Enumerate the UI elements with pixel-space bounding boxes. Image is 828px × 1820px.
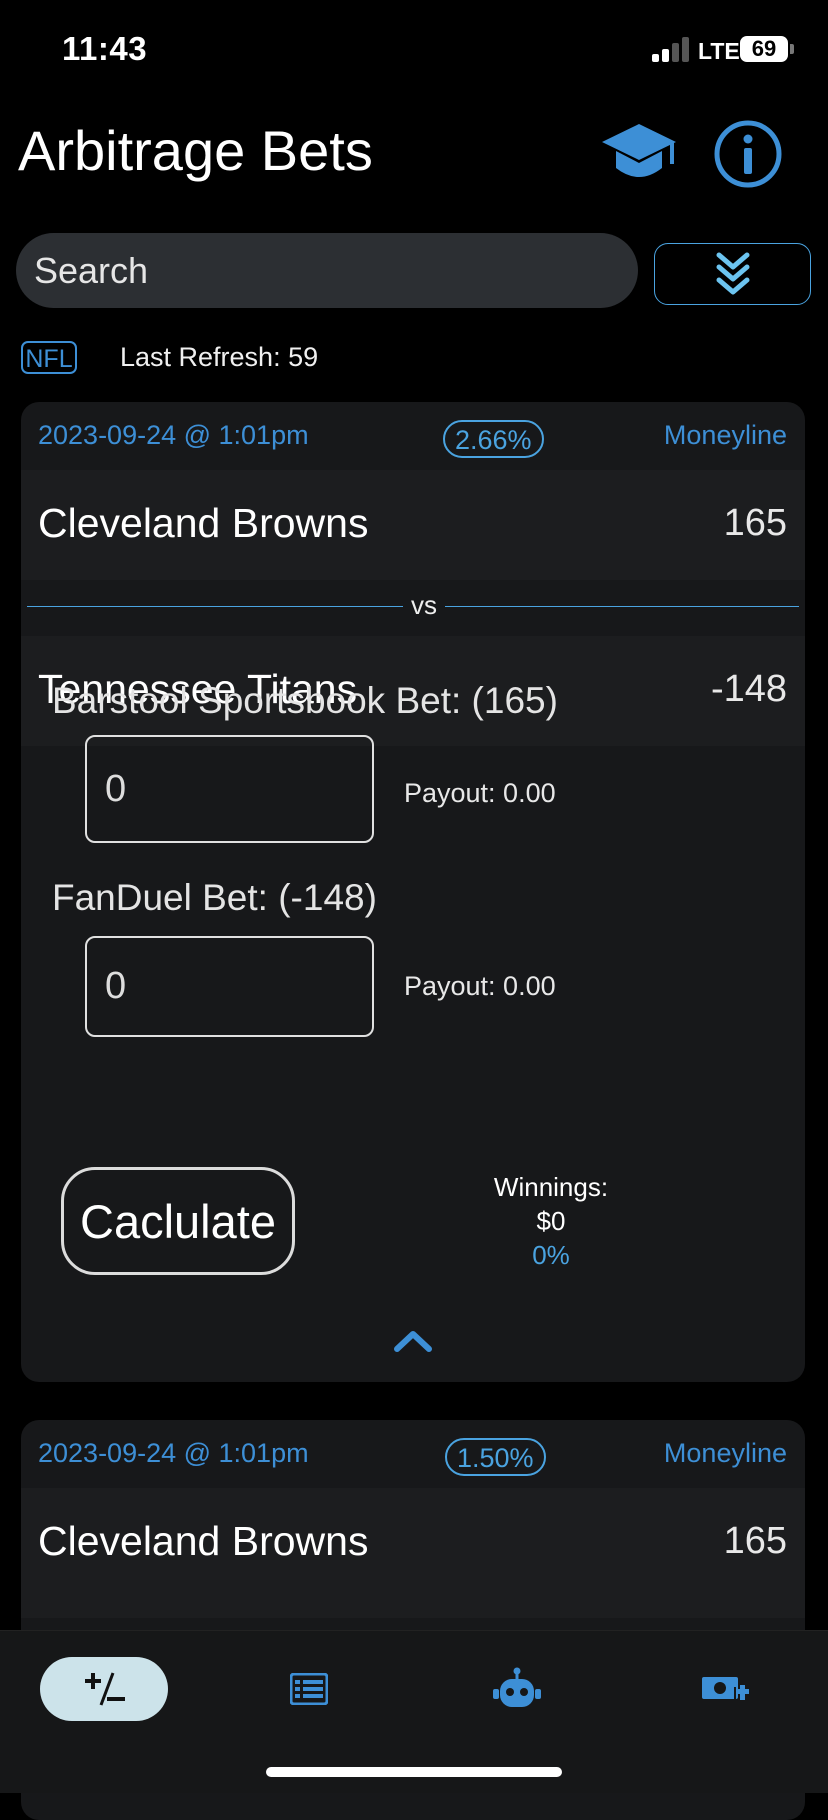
- card-header: 2023-09-24 @ 1:01pm 1.50% Moneyline: [21, 1420, 805, 1488]
- money-add-icon: [702, 1677, 749, 1700]
- search-input[interactable]: [16, 233, 638, 308]
- tab-arbitrage[interactable]: [40, 1657, 168, 1721]
- last-refresh-text: Last Refresh: 59: [120, 342, 319, 372]
- arbitrage-percent-badge: 2.66%: [443, 420, 544, 458]
- winnings-label: Winnings:: [493, 1172, 609, 1202]
- divider-line: [445, 606, 799, 607]
- team-odds: 165: [723, 502, 787, 544]
- team-name: Cleveland Browns: [38, 1518, 369, 1564]
- home-indicator[interactable]: [266, 1767, 562, 1777]
- info-circle-icon[interactable]: [712, 118, 784, 190]
- bet1-payout: Payout: 0.00: [404, 778, 556, 808]
- game-date: 2023-09-24 @ 1:01pm: [38, 420, 309, 450]
- team-odds: -148: [710, 668, 787, 710]
- page-title: Arbitrage Bets: [18, 119, 373, 182]
- calculate-button[interactable]: Caclulate: [61, 1167, 295, 1275]
- cellular-signal-icon: [652, 36, 690, 62]
- bet2-payout: Payout: 0.00: [404, 971, 556, 1001]
- status-time: 11:43: [62, 30, 148, 67]
- tab-bot[interactable]: [478, 1657, 556, 1721]
- bet-type: Moneyline: [663, 420, 787, 450]
- status-bar: 11:43 LTE 69: [0, 0, 828, 100]
- arbitrage-percent-badge: 1.50%: [445, 1438, 546, 1476]
- card-header: 2023-09-24 @ 1:01pm 2.66% Moneyline: [21, 402, 805, 470]
- bet-type: Moneyline: [663, 1438, 787, 1468]
- vs-divider: vs: [21, 580, 805, 636]
- team-row: Cleveland Browns 165: [21, 470, 805, 580]
- vs-label: vs: [411, 590, 437, 620]
- graduation-cap-icon[interactable]: [600, 120, 678, 188]
- team-name: Cleveland Browns: [38, 500, 369, 546]
- double-chevron-down-icon: [716, 252, 749, 295]
- league-filter-badge[interactable]: NFL: [21, 341, 77, 374]
- team-odds: 165: [723, 1520, 787, 1562]
- bet1-label: Barstool Sportsbook Bet: (165): [52, 680, 558, 721]
- network-type: LTE: [698, 38, 740, 64]
- arbitrage-card[interactable]: 2023-09-24 @ 1:01pm 2.66% Moneyline Clev…: [21, 402, 805, 1382]
- winnings-percent: 0%: [532, 1240, 570, 1270]
- battery-tip: [790, 44, 794, 54]
- chevron-up-icon[interactable]: [393, 1327, 433, 1353]
- list-icon: [290, 1673, 328, 1705]
- game-date: 2023-09-24 @ 1:01pm: [38, 1438, 309, 1468]
- battery-icon: 69: [740, 36, 788, 62]
- team-row: Cleveland Browns 165: [21, 1488, 805, 1618]
- tab-list[interactable]: [270, 1657, 348, 1721]
- bet2-stake-input[interactable]: [85, 936, 374, 1037]
- winnings-summary: Winnings: $0 0%: [461, 1170, 641, 1272]
- robot-icon: [493, 1667, 541, 1707]
- bet1-stake-input[interactable]: [85, 735, 374, 843]
- tab-add-money[interactable]: [686, 1657, 764, 1721]
- winnings-amount: $0: [536, 1206, 566, 1236]
- bet2-label: FanDuel Bet: (-148): [52, 877, 377, 918]
- divider-line: [27, 606, 403, 607]
- plus-minus-icon: [85, 1672, 125, 1706]
- expand-all-button[interactable]: [654, 243, 811, 305]
